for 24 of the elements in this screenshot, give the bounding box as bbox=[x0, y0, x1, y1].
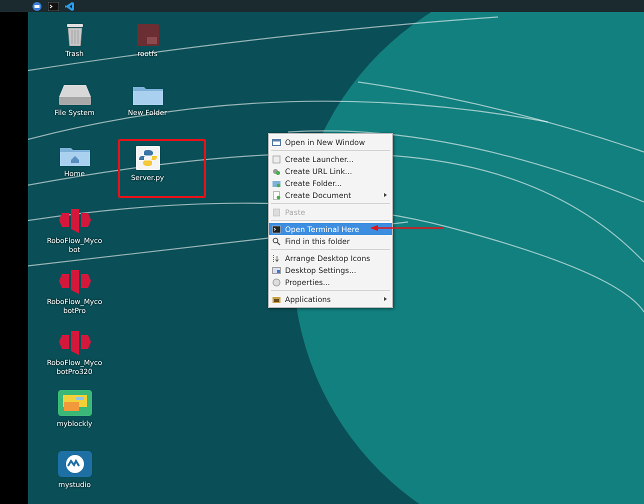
search-icon bbox=[272, 236, 281, 246]
new-folder-icon bbox=[272, 178, 281, 188]
python-file-icon[interactable] bbox=[136, 146, 160, 170]
arrange-icon bbox=[272, 254, 281, 262]
properties-icon bbox=[272, 278, 281, 286]
new-document-icon bbox=[272, 190, 281, 200]
mystudio-app-icon[interactable] bbox=[58, 451, 92, 477]
launcher-icon bbox=[272, 154, 281, 164]
settings-icon bbox=[272, 266, 281, 274]
submenu-arrow-icon bbox=[384, 193, 387, 197]
link-icon bbox=[272, 166, 281, 176]
submenu-arrow-icon bbox=[384, 297, 387, 301]
hard-drive-icon[interactable] bbox=[58, 85, 90, 105]
applications-icon bbox=[272, 294, 281, 304]
trash-can-icon[interactable] bbox=[64, 24, 84, 46]
folder-icon[interactable] bbox=[132, 85, 162, 105]
code-editor-icon[interactable] bbox=[65, 2, 74, 10]
blocks-app-icon[interactable] bbox=[58, 390, 92, 416]
paste-icon bbox=[272, 208, 281, 216]
window-icon bbox=[272, 138, 281, 146]
terminal-icon bbox=[272, 224, 281, 234]
terminal-icon[interactable] bbox=[48, 2, 59, 10]
home-folder-icon[interactable] bbox=[60, 146, 90, 166]
app-menu-icon[interactable] bbox=[32, 2, 42, 10]
